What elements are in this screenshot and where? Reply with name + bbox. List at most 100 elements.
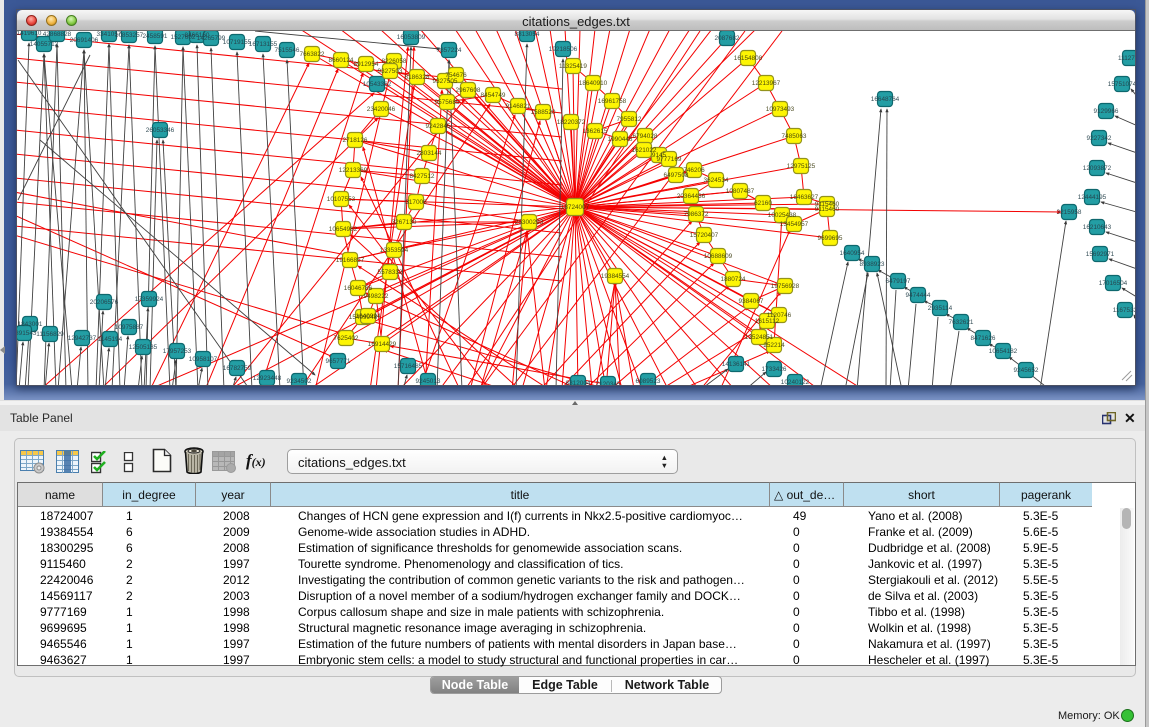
svg-text:8427512: 8427512 <box>410 173 435 180</box>
svg-text:7515546: 7515546 <box>275 47 300 54</box>
svg-text:8813054: 8813054 <box>515 31 540 38</box>
svg-text:8912954: 8912954 <box>354 61 379 68</box>
svg-text:15716485: 15716485 <box>394 363 423 370</box>
svg-text:16961758: 16961758 <box>598 98 627 105</box>
svg-text:8226058: 8226058 <box>382 58 407 65</box>
svg-text:10107553: 10107553 <box>327 196 356 203</box>
svg-text:1891543: 1891543 <box>17 330 37 337</box>
svg-text:15751074: 15751074 <box>1108 81 1135 88</box>
svg-text:9575685: 9575685 <box>435 99 460 106</box>
svg-text:9699695: 9699695 <box>818 235 843 242</box>
svg-text:1362615: 1362615 <box>583 128 608 135</box>
svg-text:10973493: 10973493 <box>766 106 795 113</box>
svg-text:17016504: 17016504 <box>1099 280 1128 287</box>
svg-text:10719155: 10719155 <box>223 39 252 46</box>
svg-text:746206: 746206 <box>683 167 705 174</box>
svg-text:13353594: 13353594 <box>380 247 409 254</box>
svg-text:3624534: 3624534 <box>704 177 729 184</box>
svg-text:3267130: 3267130 <box>392 219 417 226</box>
svg-text:9498222: 9498222 <box>364 293 389 300</box>
svg-text:18220372: 18220372 <box>557 119 586 126</box>
svg-text:8938923: 8938923 <box>860 261 885 268</box>
svg-text:9657771: 9657771 <box>326 358 351 365</box>
svg-text:1167533: 1167533 <box>1113 307 1135 314</box>
svg-text:16046786: 16046786 <box>344 285 373 292</box>
svg-text:7120345: 7120345 <box>596 381 621 385</box>
svg-text:9245652: 9245652 <box>1014 367 1039 374</box>
svg-text:16053809: 16053809 <box>397 34 426 41</box>
svg-text:11325419: 11325419 <box>559 63 587 70</box>
svg-text:12213369: 12213369 <box>339 167 368 174</box>
svg-text:12093872: 12093872 <box>1083 165 1112 172</box>
svg-text:5578332: 5578332 <box>378 269 403 276</box>
svg-text:3215958: 3215958 <box>1057 209 1082 216</box>
svg-text:19756928: 19756928 <box>771 283 800 290</box>
svg-text:8660124: 8660124 <box>329 57 354 64</box>
svg-text:9227342: 9227342 <box>1087 135 1112 142</box>
svg-text:8471626: 8471626 <box>971 335 996 342</box>
svg-text:12444195: 12444195 <box>1078 194 1107 201</box>
svg-text:9129966: 9129966 <box>1094 108 1119 115</box>
svg-text:20691406: 20691406 <box>70 37 99 44</box>
svg-text:1615112: 1615112 <box>755 318 780 325</box>
svg-text:19384554: 19384554 <box>601 273 630 280</box>
svg-text:14265799: 14265799 <box>197 35 226 42</box>
svg-text:9327503: 9327503 <box>378 68 403 75</box>
svg-text:2087682: 2087682 <box>715 35 740 42</box>
svg-text:2458591: 2458591 <box>143 33 168 40</box>
svg-text:12213967: 12213967 <box>752 80 781 87</box>
svg-text:16782759: 16782759 <box>223 365 252 372</box>
svg-text:6479197: 6479197 <box>886 278 911 285</box>
svg-text:10025438: 10025438 <box>768 212 797 219</box>
svg-text:17957253: 17957253 <box>163 348 192 355</box>
svg-text:8186328: 8186328 <box>405 74 430 81</box>
svg-text:252214: 252214 <box>763 342 785 349</box>
svg-text:17359924: 17359924 <box>135 296 164 303</box>
svg-text:7857224: 7857224 <box>437 47 462 54</box>
svg-text:15692971: 15692971 <box>1086 251 1115 258</box>
svg-text:1588520: 1588520 <box>531 109 556 116</box>
svg-text:317006: 317006 <box>405 199 427 206</box>
svg-text:7632621: 7632621 <box>949 319 974 326</box>
svg-text:6794028: 6794028 <box>633 133 658 140</box>
svg-text:2718126: 2718126 <box>343 137 368 144</box>
svg-text:9115460: 9115460 <box>815 206 840 213</box>
svg-text:12923448: 12923448 <box>253 375 282 382</box>
svg-text:10654982: 10654982 <box>329 226 358 233</box>
svg-text:754676: 754676 <box>445 72 467 79</box>
svg-text:1640994: 1640994 <box>356 313 381 320</box>
svg-text:20206576: 20206576 <box>90 299 119 306</box>
svg-text:14055712: 14055712 <box>30 41 59 48</box>
svg-text:26053346: 26053346 <box>146 127 175 134</box>
svg-text:7485063: 7485063 <box>782 133 807 140</box>
svg-text:19218506: 19218506 <box>549 46 578 53</box>
svg-text:14136141: 14136141 <box>722 361 751 368</box>
svg-text:8454749: 8454749 <box>481 92 506 99</box>
svg-text:16154808: 16154808 <box>734 55 763 62</box>
svg-text:13454957: 13454957 <box>780 221 809 228</box>
svg-text:10958107: 10958107 <box>189 356 218 363</box>
svg-text:1733426: 1733426 <box>762 366 787 373</box>
svg-text:16914429: 16914429 <box>368 341 397 348</box>
svg-text:25300293: 25300293 <box>515 219 544 226</box>
svg-text:12505135: 12505135 <box>129 344 158 351</box>
svg-text:20364436: 20364436 <box>677 193 706 200</box>
svg-text:7986372: 7986372 <box>684 211 709 218</box>
svg-text:1843001: 1843001 <box>18 321 43 328</box>
svg-text:1112784: 1112784 <box>1118 55 1135 62</box>
svg-text:10975887: 10975887 <box>115 324 144 331</box>
svg-text:1145194: 1145194 <box>98 336 123 343</box>
svg-text:2967608: 2967608 <box>456 87 481 94</box>
svg-text:18724007: 18724007 <box>561 204 590 211</box>
svg-text:1880724: 1880724 <box>721 276 746 283</box>
svg-text:7625402: 7625402 <box>334 335 359 342</box>
svg-text:18640910: 18640910 <box>579 80 608 87</box>
svg-text:1419610: 1419610 <box>17 31 42 37</box>
svg-text:2935114: 2935114 <box>928 305 953 312</box>
svg-text:7663822: 7663822 <box>300 51 325 58</box>
svg-text:10240122: 10240122 <box>781 379 810 385</box>
svg-text:9245013: 9245013 <box>416 378 441 385</box>
svg-text:9327505: 9327505 <box>433 78 458 85</box>
svg-text:10807487: 10807487 <box>726 188 755 195</box>
svg-text:9234502: 9234502 <box>287 378 312 385</box>
